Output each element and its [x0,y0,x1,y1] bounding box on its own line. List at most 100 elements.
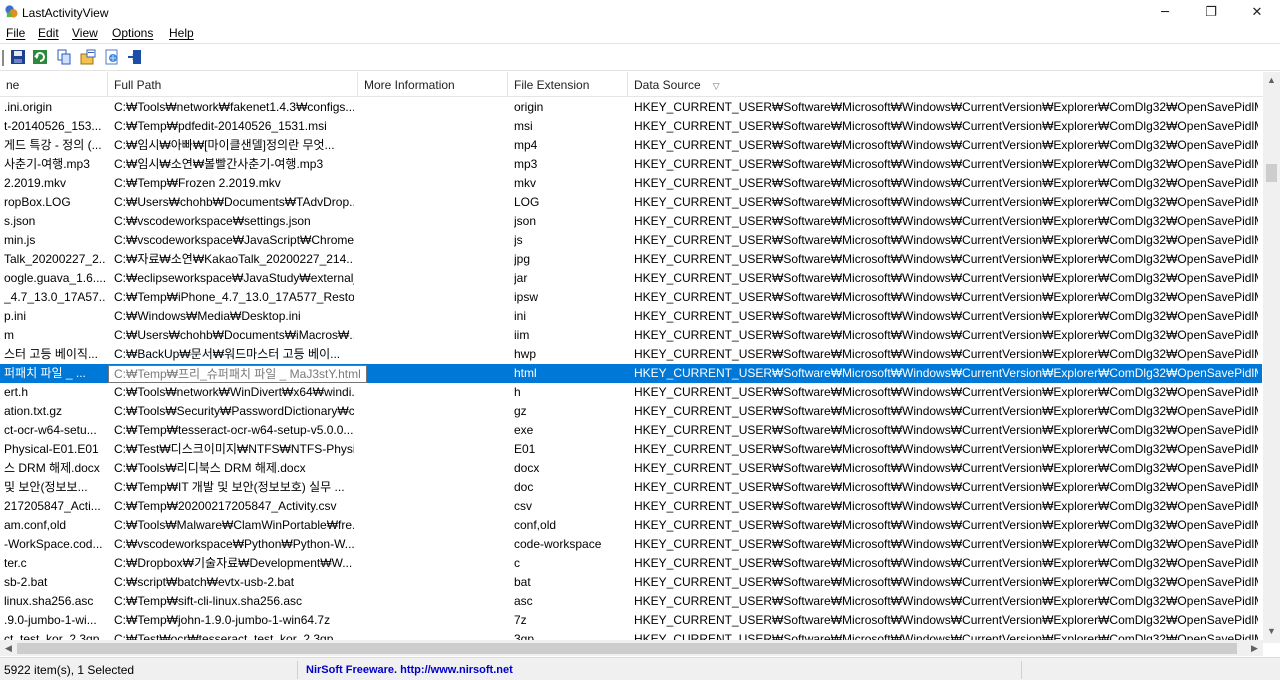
table-row[interactable]: 게드 특강 - 정의 (... C:₩임시₩아빠₩[마이클샌델]정의란 무엇...… [0,136,1262,155]
scroll-left-icon[interactable]: ◀ [0,640,17,656]
cell-full-path: C:₩Temp₩iPhone_4.7_13.0_17A577_Resto... [114,290,354,304]
table-row[interactable]: oogle.guava_1.6.... C:₩eclipseworkspace₩J… [0,269,1262,288]
column-header-file-extension[interactable]: File Extension [508,72,628,97]
table-row[interactable]: p.ini C:₩Windows₩Media₩Desktop.ini ini HKEY… [0,307,1262,326]
cell-full-path: C:₩Windows₩Media₩Desktop.ini [114,309,301,323]
table-row[interactable]: .ini.origin C:₩Tools₩network₩fakenet1.4.3… [0,98,1262,117]
cell-data-source: HKEY_CURRENT_USER₩Software₩Microsoft₩Win… [634,252,1258,266]
cell-file-extension: 7z [514,613,527,627]
cell-data-source: HKEY_CURRENT_USER₩Software₩Microsoft₩Win… [634,499,1258,513]
close-button[interactable]: ✕ [1234,0,1280,24]
table-row[interactable]: t-20140526_153... C:₩Temp₩pdfedit-2014052… [0,117,1262,136]
table-row[interactable]: Physical-E01.E01 C:₩Test₩디스크이미지₩NTFS₩NTFS… [0,440,1262,459]
table-row[interactable]: ation.txt.gz C:₩Tools₩Security₩PasswordDi… [0,402,1262,421]
cell-full-path: C:₩Users₩chohb₩Documents₩iMacros₩... [114,328,354,342]
horizontal-scrollbar[interactable]: ◀ ▶ [0,640,1263,656]
table-row[interactable]: 퍼패치 파일 _ ... C:₩Temp₩프리_슈퍼패치 파일 _ MaJ3stY… [0,364,1262,383]
table-row[interactable]: m C:₩Users₩chohb₩Documents₩iMacros₩... iim… [0,326,1262,345]
table-row[interactable]: 2.2019.mkv C:₩Temp₩Frozen 2.2019.mkv mkv HK… [0,174,1262,193]
cell-file-extension: js [514,233,523,247]
table-row[interactable]: -WorkSpace.cod... C:₩vscodeworkspace₩Pyth… [0,535,1262,554]
cell-more-information [364,404,504,420]
cell-data-source: HKEY_CURRENT_USER₩Software₩Microsoft₩Win… [634,537,1258,551]
table-row[interactable]: ter.c C:₩Dropbox₩기술자료₩Development₩W... c HK… [0,554,1262,573]
cell-more-information [364,366,504,382]
html-report-icon[interactable] [104,49,120,65]
exit-icon[interactable] [127,49,143,65]
table-row[interactable]: 사춘기-여행.mp3 C:₩임시₩소연₩볼빨간사춘기-여행.mp3 mp3 HKEY_… [0,155,1262,174]
table-row[interactable]: 및 보안(정보보... C:₩Temp₩IT 개발 및 보안(정보보호) 실무 .… [0,478,1262,497]
cell-data-source: HKEY_CURRENT_USER₩Software₩Microsoft₩Win… [634,119,1258,133]
menu-view[interactable]: View [72,26,98,40]
menu-help[interactable]: Help [169,26,194,40]
restore-button[interactable]: ❐ [1188,0,1234,24]
cell-more-information [364,499,504,515]
cell-filename: ter.c [4,556,27,570]
cell-more-information [364,176,504,192]
table-row[interactable]: ert.h C:₩Tools₩network₩WinDivert₩x64₩wind… [0,383,1262,402]
cell-full-path: C:₩Tools₩network₩WinDivert₩x64₩windi... [114,385,354,399]
menu-bar: File Edit View Options Help [0,24,1280,43]
save-icon[interactable] [10,49,26,65]
table-row[interactable]: _4.7_13.0_17A57... C:₩Temp₩iPhone_4.7_13.… [0,288,1262,307]
horizontal-scroll-thumb[interactable] [17,643,1237,654]
table-row[interactable]: s.json C:₩vscodeworkspace₩settings.json js… [0,212,1262,231]
cell-file-extension: csv [514,499,532,513]
table-row[interactable]: am.conf,old C:₩Tools₩Malware₩ClamWinPorta… [0,516,1262,535]
table-row[interactable]: 스 DRM 해제.docx C:₩Tools₩리디북스 DRM 해제.docx do… [0,459,1262,478]
nirsoft-link[interactable]: NirSoft Freeware. http://www.nirsoft.net [302,661,1022,679]
table-row[interactable]: 217205847_Acti... C:₩Temp₩20200217205847_… [0,497,1262,516]
cell-data-source: HKEY_CURRENT_USER₩Software₩Microsoft₩Win… [634,613,1258,627]
cell-file-extension: E01 [514,442,536,456]
cell-filename: ert.h [4,385,29,399]
scroll-right-icon[interactable]: ▶ [1246,640,1263,656]
table-row[interactable]: linux.sha256.asc C:₩Temp₩sift-cli-linux.s… [0,592,1262,611]
cell-more-information [364,613,504,629]
table-row[interactable]: ropBox.LOG C:₩Users₩chohb₩Documents₩TAdvD… [0,193,1262,212]
cell-file-extension: jpg [514,252,531,266]
cell-full-path: C:₩Temp₩IT 개발 및 보안(정보보호) 실무 ... [114,480,345,494]
cell-data-source: HKEY_CURRENT_USER₩Software₩Microsoft₩Win… [634,100,1258,114]
cell-full-path: C:₩임시₩소연₩볼빨간사춘기-여행.mp3 [114,157,324,171]
properties-icon[interactable] [80,49,96,65]
cell-filename: ct-ocr-w64-setu... [4,423,97,437]
cell-more-information [364,138,504,154]
minimize-button[interactable]: ─ [1142,0,1188,24]
vertical-scroll-thumb[interactable] [1266,164,1277,182]
table-row[interactable]: sb-2.bat C:₩script₩batch₩evtx-usb-2.bat ba… [0,573,1262,592]
cell-file-extension: asc [514,594,533,608]
cell-file-extension: mkv [514,176,536,190]
cell-file-extension: hwp [514,347,537,361]
column-header-full-path[interactable]: Full Path [108,72,358,97]
menu-edit[interactable]: Edit [38,26,59,40]
cell-filename: .ini.origin [4,100,53,114]
cell-filename: 게드 특강 - 정의 (... [4,138,102,152]
cell-filename: 퍼패치 파일 _ ... [4,366,86,380]
column-header-filename[interactable]: ne [0,72,108,97]
cell-file-extension: ini [514,309,527,323]
cell-more-information [364,575,504,591]
cell-full-path: C:₩Temp₩20200217205847_Activity.csv [114,499,337,513]
results-list[interactable]: ne Full Path More Information File Exten… [0,72,1280,656]
cell-filename: sb-2.bat [4,575,48,589]
cell-data-source: HKEY_CURRENT_USER₩Software₩Microsoft₩Win… [634,195,1258,209]
table-row[interactable]: min.js C:₩vscodeworkspace₩JavaScript₩Chro… [0,231,1262,250]
copy-icon[interactable] [56,49,72,65]
table-row[interactable]: Talk_20200227_2... C:₩자료₩소연₩KakaoTalk_202… [0,250,1262,269]
cell-more-information [364,594,504,610]
table-row[interactable]: .9.0-jumbo-1-wi... C:₩Temp₩john-1.9.0-jum… [0,611,1262,630]
vertical-scrollbar[interactable]: ▲ ▼ [1263,72,1280,643]
scroll-up-icon[interactable]: ▲ [1263,72,1280,89]
refresh-icon[interactable] [32,49,48,65]
cell-file-extension: conf,old [514,518,557,532]
menu-options[interactable]: Options [112,26,153,40]
column-header-data-source[interactable]: Data Source ▽ [628,72,1263,97]
column-header-label: More Information [364,78,455,92]
menu-file[interactable]: File [6,26,25,40]
column-header-more-information[interactable]: More Information [358,72,508,97]
table-row[interactable]: ct-ocr-w64-setu... C:₩Temp₩tesseract-ocr-… [0,421,1262,440]
cell-filename: m [4,328,14,342]
cell-full-path: C:₩Temp₩john-1.9.0-jumbo-1-win64.7z [114,613,331,627]
scroll-down-icon[interactable]: ▼ [1263,623,1280,640]
table-row[interactable]: 스터 고등 베이직... C:₩BackUp₩문서₩워드마스터 고등 베이... h… [0,345,1262,364]
